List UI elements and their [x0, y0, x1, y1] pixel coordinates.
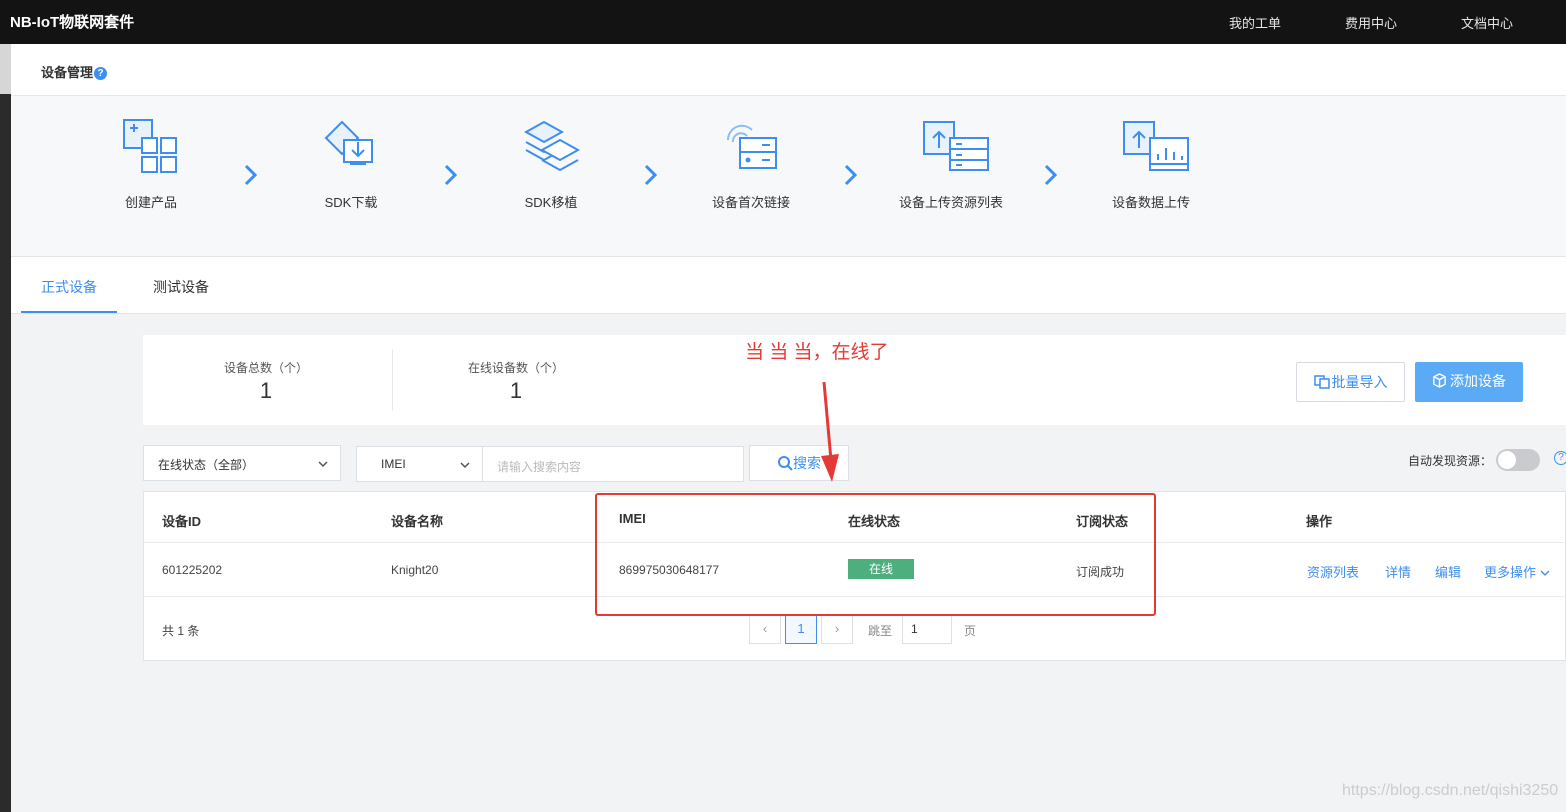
details-link[interactable]: 详情 — [1385, 562, 1411, 581]
device-tabs: 正式设备 测试设备 — [11, 257, 1566, 314]
device-name-cell: Knight20 — [391, 563, 439, 577]
step-label: 设备数据上传 — [1111, 195, 1190, 210]
tab-test-devices[interactable]: 测试设备 — [153, 277, 209, 297]
column-header: 设备名称 — [391, 514, 444, 529]
stat-total-devices: 设备总数（个） 1 — [143, 359, 389, 404]
upload-resource-icon — [923, 121, 989, 171]
chevron-right-icon — [843, 164, 859, 189]
tab-formal-devices[interactable]: 正式设备 — [41, 277, 97, 297]
top-navigation-bar: NB-IoT物联网套件 我的工单 费用中心 文档中心 — [0, 0, 1566, 44]
step-label: SDK下载 — [324, 195, 378, 210]
page-title: 设备管理? — [41, 62, 108, 81]
stat-label: 设备总数（个） — [223, 361, 308, 375]
online-status-select[interactable]: 在线状态（全部） — [143, 445, 341, 481]
help-icon[interactable]: ? — [94, 67, 108, 80]
stat-value: 1 — [259, 378, 273, 403]
stat-label: 在线设备数（个） — [467, 361, 564, 375]
jump-page-input[interactable]: 1 — [902, 614, 952, 644]
auto-discover-label: 自动发现资源： — [1408, 454, 1493, 468]
auto-discover-toggle[interactable] — [1496, 449, 1540, 471]
device-connect-icon — [726, 124, 777, 169]
step-label: 创建产品 — [124, 195, 177, 210]
create-product-icon — [123, 119, 177, 173]
chevron-right-icon — [643, 164, 659, 189]
stat-online-devices: 在线设备数（个） 1 — [393, 359, 639, 404]
next-page-button[interactable]: › — [821, 614, 853, 644]
bulk-import-button[interactable]: 批量导入 — [1296, 362, 1405, 402]
jump-label: 跳至 — [868, 624, 893, 638]
column-header: 操作 — [1306, 514, 1333, 529]
search-icon — [778, 456, 793, 471]
page-number-button[interactable]: 1 — [785, 614, 817, 644]
chevron-right-icon — [243, 164, 259, 189]
search-field-select[interactable]: IMEI — [356, 446, 483, 482]
step-label: 设备首次链接 — [711, 195, 790, 210]
sdk-port-icon — [523, 120, 580, 172]
total-count: 共 1 条 — [162, 624, 200, 638]
step-label: 设备上传资源列表 — [898, 195, 1003, 210]
page-header: 设备管理? — [11, 44, 1566, 96]
chevron-down-icon — [460, 458, 470, 472]
annotation-arrow — [821, 381, 839, 482]
import-icon — [1313, 375, 1330, 389]
help-icon[interactable]: ? — [1554, 451, 1566, 465]
resource-list-link[interactable]: 资源列表 — [1307, 562, 1359, 581]
edit-link[interactable]: 编辑 — [1435, 562, 1461, 581]
page-suffix: 页 — [964, 624, 977, 638]
side-strip — [0, 44, 11, 812]
stat-value: 1 — [509, 378, 523, 403]
nav-billing-center[interactable]: 费用中心 — [1345, 13, 1397, 32]
brand-title[interactable]: NB-IoT物联网套件 — [10, 11, 134, 32]
onboarding-steps: 创建产品 SDK下载 SDK移植 设备首次链接 设备上传资源列表 设备数据上传 — [11, 96, 1566, 257]
active-tab-indicator — [21, 311, 117, 313]
chevron-right-icon — [1043, 164, 1059, 189]
watermark: https://blog.csdn.net/qishi3250 — [1342, 782, 1559, 799]
data-upload-icon — [1123, 121, 1189, 171]
annotation-highlight-box — [595, 493, 1156, 616]
cube-icon — [1433, 373, 1446, 388]
chevron-down-icon — [318, 457, 328, 471]
sdk-download-icon — [324, 120, 373, 165]
more-actions-dropdown[interactable]: 更多操作 — [1484, 562, 1550, 581]
prev-page-button[interactable]: ‹ — [749, 614, 781, 644]
step-label: SDK移植 — [524, 195, 578, 210]
chevron-right-icon — [443, 164, 459, 189]
device-id-cell: 601225202 — [162, 563, 223, 577]
search-input[interactable]: 请输入搜索内容 — [482, 446, 744, 482]
chevron-down-icon — [1540, 570, 1550, 576]
nav-my-tickets[interactable]: 我的工单 — [1229, 13, 1281, 32]
nav-docs-center[interactable]: 文档中心 — [1461, 13, 1513, 32]
annotation-text: 当 当 当，在线了 — [745, 342, 889, 363]
add-device-button[interactable]: 添加设备 — [1415, 362, 1523, 402]
column-header: 设备ID — [162, 514, 202, 529]
